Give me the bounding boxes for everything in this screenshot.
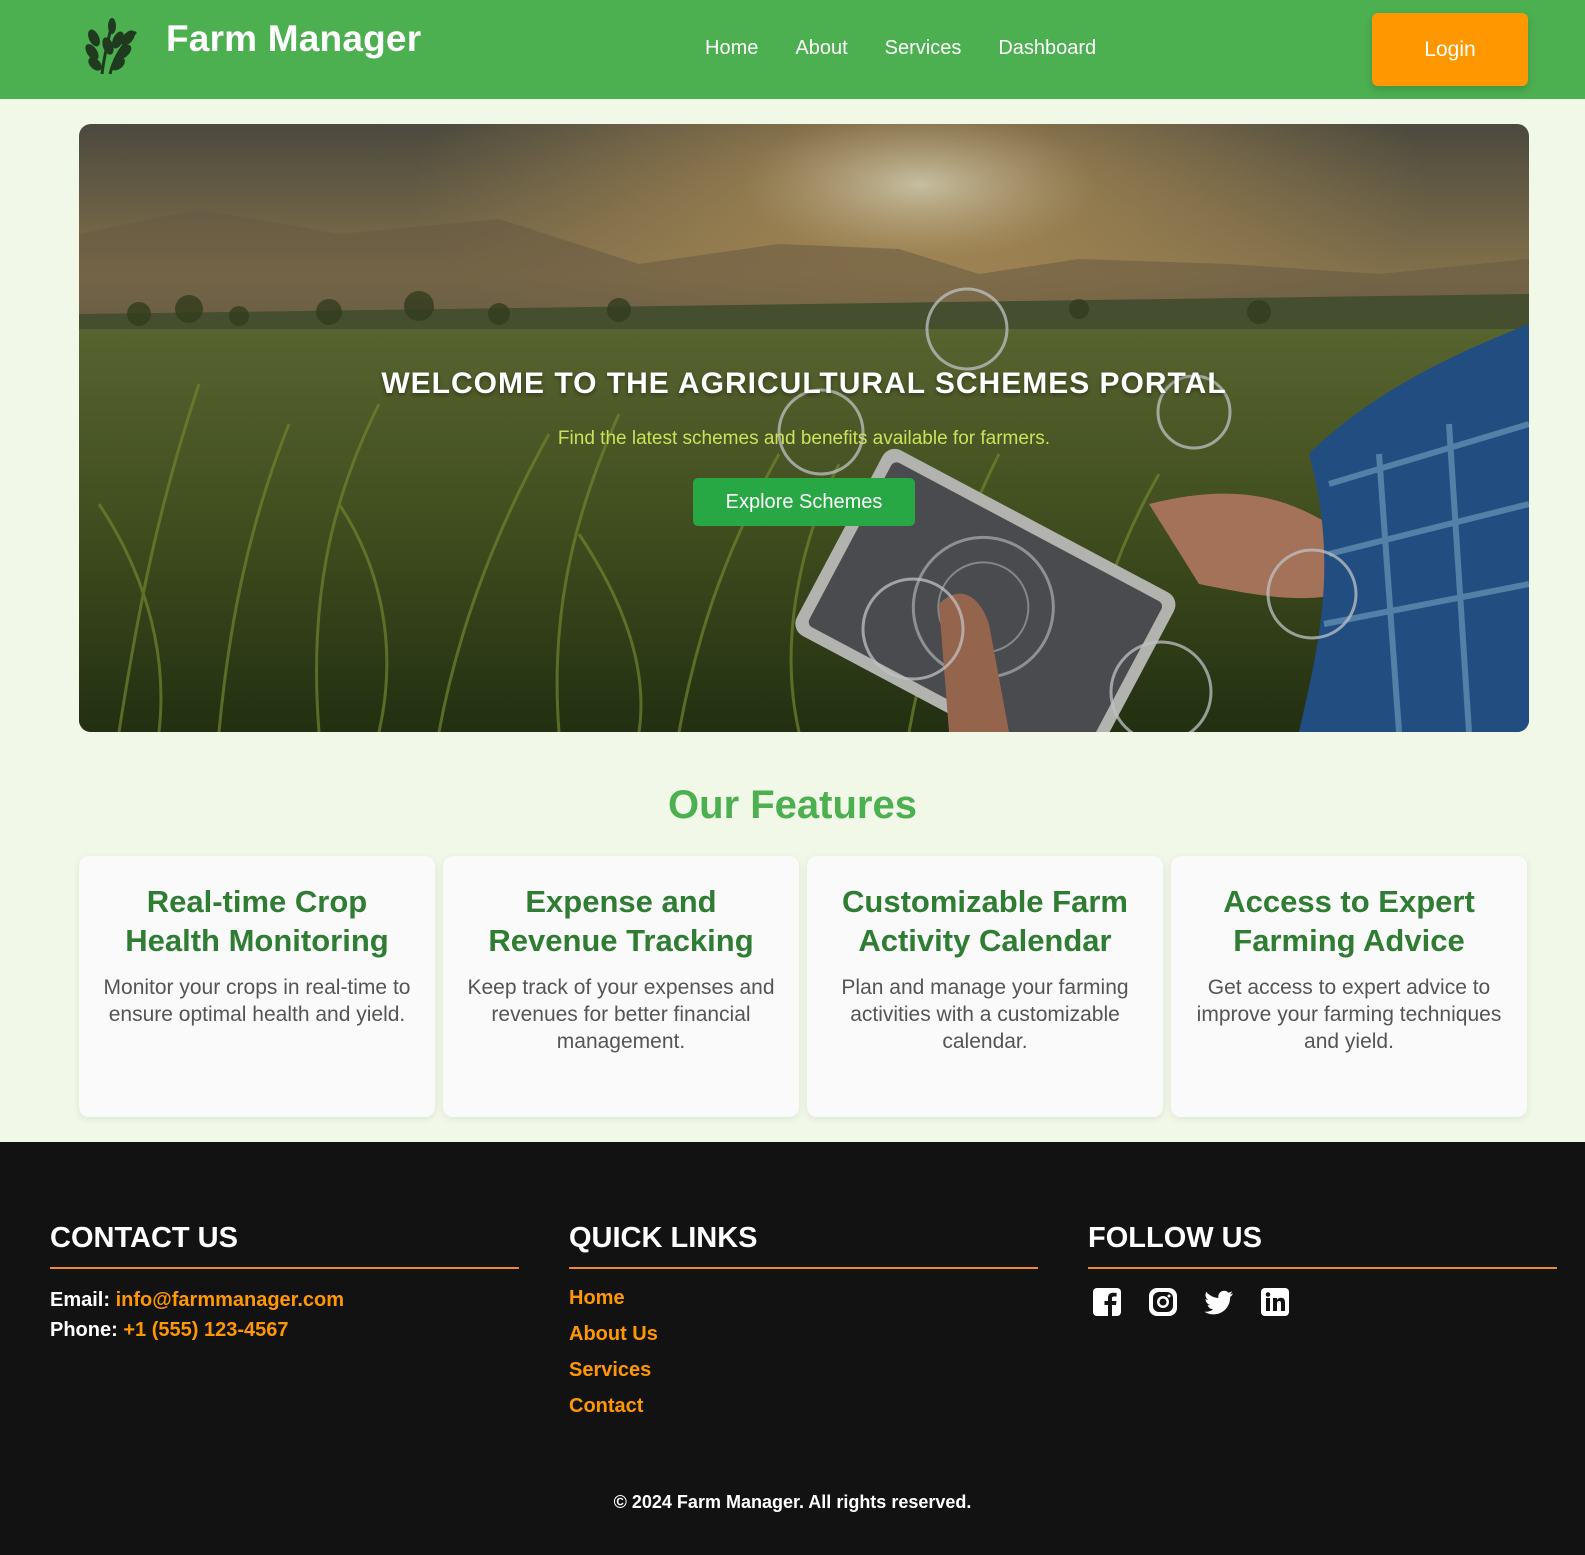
footer-link-services[interactable]: Services	[569, 1357, 1038, 1383]
feature-card-description: Plan and manage your farming activities …	[841, 976, 1129, 1053]
feature-card-description: Monitor your crops in real-time to ensur…	[103, 976, 411, 1026]
feature-card-crop-health: Real-time Crop Health Monitoring Monitor…	[79, 856, 435, 1117]
phone-label: Phone:	[50, 1319, 118, 1341]
login-button[interactable]: Login	[1372, 13, 1528, 86]
navbar: Farm Manager Home About Services Dashboa…	[0, 0, 1585, 99]
hero-title: WELCOME TO THE AGRICULTURAL SCHEMES PORT…	[381, 367, 1227, 400]
feature-card-expense-tracking: Expense and Revenue Tracking Keep track …	[443, 856, 799, 1117]
twitter-icon[interactable]	[1204, 1287, 1234, 1317]
feature-card-title: Access to Expert Farming Advice	[1223, 884, 1475, 958]
footer-quick-links: QUICK LINKS Home About Us Services Conta…	[569, 1222, 1038, 1419]
feature-card-expert-advice: Access to Expert Farming Advice Get acce…	[1171, 856, 1527, 1117]
hero-banner: WELCOME TO THE AGRICULTURAL SCHEMES PORT…	[79, 124, 1529, 732]
email-link[interactable]: info@farmmanager.com	[116, 1289, 344, 1311]
contact-phone-line: Phone: +1 (555) 123-4567	[50, 1315, 519, 1345]
contact-email-line: Email: info@farmmanager.com	[50, 1285, 519, 1315]
copyright-text: © 2024 Farm Manager. All rights reserved…	[613, 1492, 972, 1512]
feature-card-title: Expense and Revenue Tracking	[488, 884, 754, 958]
footer-link-about-us[interactable]: About Us	[569, 1321, 1038, 1347]
footer-link-home[interactable]: Home	[569, 1285, 1038, 1311]
quick-links-heading: QUICK LINKS	[569, 1222, 1038, 1269]
features-grid: Real-time Crop Health Monitoring Monitor…	[79, 856, 1529, 1117]
social-icons	[1088, 1287, 1557, 1317]
feature-card-title: Customizable Farm Activity Calendar	[842, 884, 1128, 958]
phone-link[interactable]: +1 (555) 123-4567	[123, 1319, 288, 1341]
explore-schemes-button[interactable]: Explore Schemes	[693, 478, 915, 526]
nav-about[interactable]: About	[795, 37, 847, 60]
facebook-icon[interactable]	[1092, 1287, 1122, 1317]
nav-services[interactable]: Services	[885, 37, 962, 60]
nav-home[interactable]: Home	[705, 37, 758, 60]
nav-dashboard[interactable]: Dashboard	[998, 37, 1096, 60]
contact-heading: CONTACT US	[50, 1222, 519, 1269]
feature-card-title: Real-time Crop Health Monitoring	[125, 884, 389, 958]
footer-contact: CONTACT US Email: info@farmmanager.com P…	[50, 1222, 519, 1345]
wheat-logo-icon[interactable]	[82, 16, 140, 76]
features-heading: Our Features	[668, 783, 917, 827]
instagram-icon[interactable]	[1148, 1287, 1178, 1317]
feature-card-activity-calendar: Customizable Farm Activity Calendar Plan…	[807, 856, 1163, 1117]
footer: CONTACT US Email: info@farmmanager.com P…	[0, 1142, 1585, 1555]
feature-card-description: Get access to expert advice to improve y…	[1196, 976, 1502, 1053]
footer-link-contact[interactable]: Contact	[569, 1393, 1038, 1419]
email-label: Email:	[50, 1289, 111, 1311]
hero-subtitle: Find the latest schemes and benefits ava…	[557, 428, 1051, 449]
main-nav: Home About Services Dashboard	[705, 37, 1096, 60]
feature-card-description: Keep track of your expenses and revenues…	[467, 976, 775, 1053]
brand-name[interactable]: Farm Manager	[166, 18, 421, 60]
footer-follow: FOLLOW US	[1088, 1222, 1557, 1317]
linkedin-icon[interactable]	[1260, 1287, 1290, 1317]
follow-heading: FOLLOW US	[1088, 1222, 1557, 1269]
